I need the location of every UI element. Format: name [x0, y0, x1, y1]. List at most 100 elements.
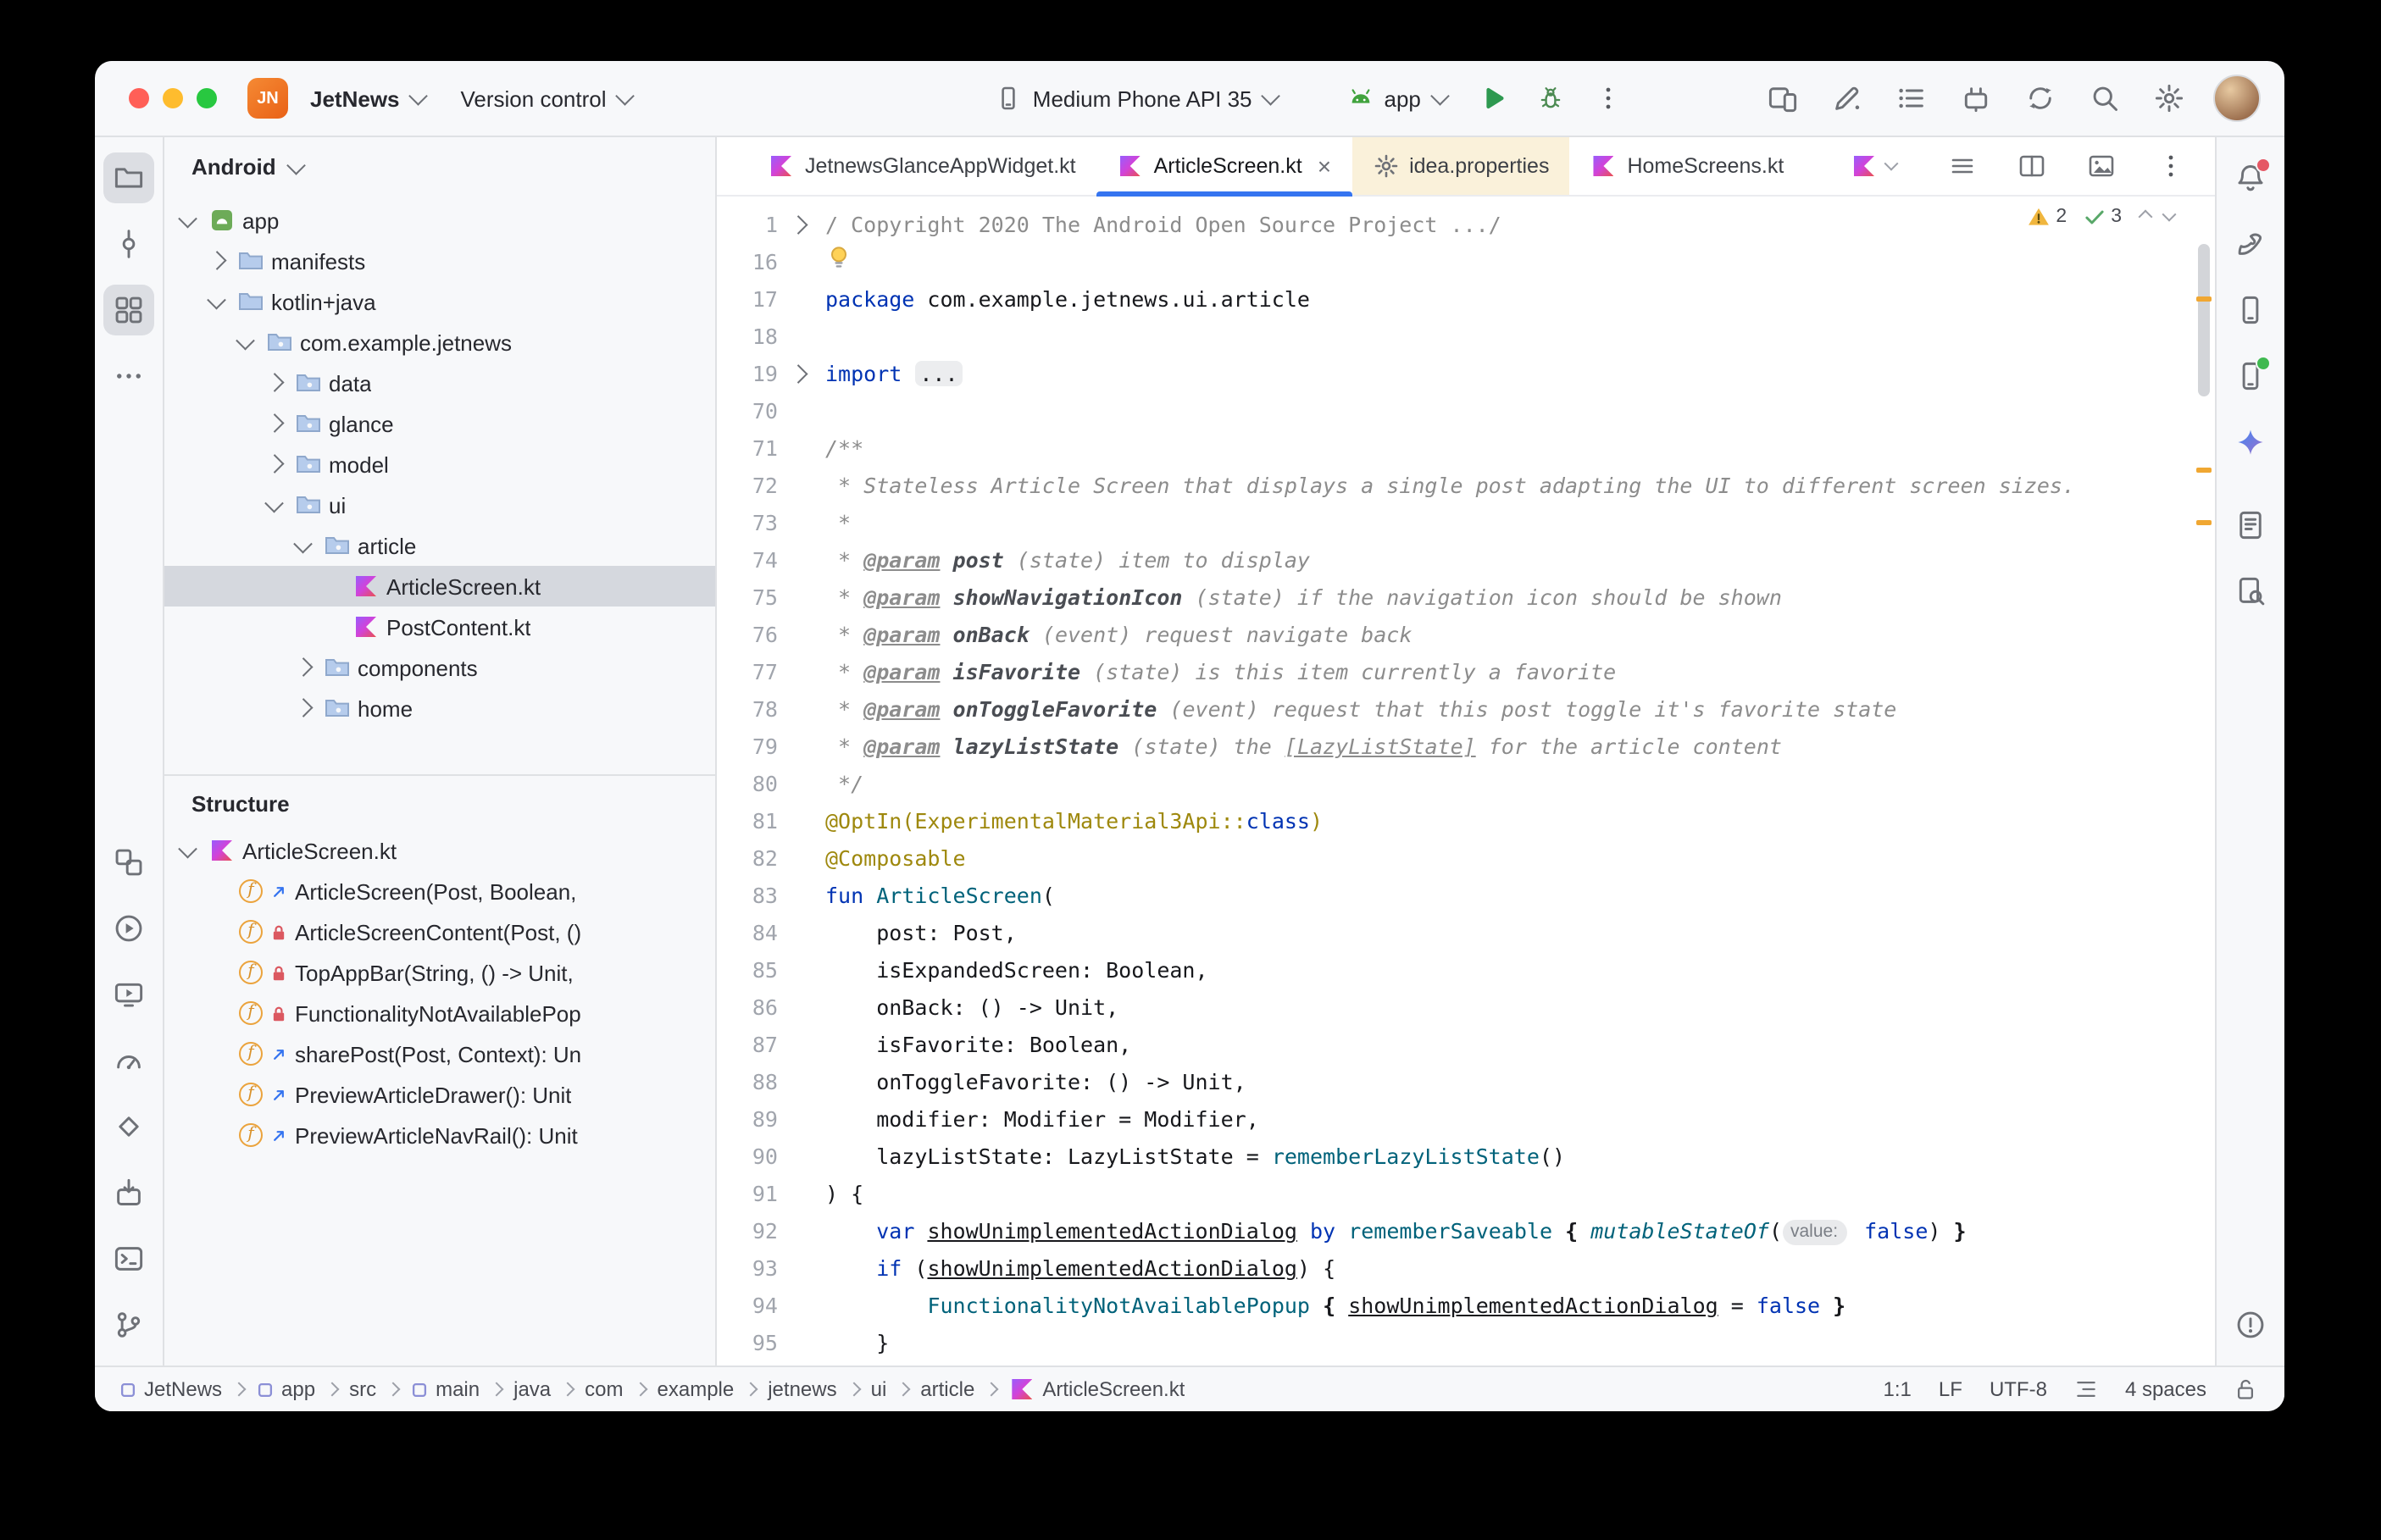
code-line-71[interactable]: 71/**	[717, 430, 2215, 468]
code-text[interactable]: var showUnimplementedActionDialog by rem…	[825, 1213, 1967, 1250]
project-item-glance[interactable]: glance	[164, 403, 715, 444]
device-streaming-button[interactable]	[103, 969, 154, 1020]
gutter-line-79[interactable]: 79	[717, 728, 825, 766]
gutter-line-86[interactable]: 86	[717, 989, 825, 1027]
code-line-74[interactable]: 74 * @param post (state) item to display	[717, 542, 2215, 579]
structure-button[interactable]	[103, 285, 154, 335]
gutter-line-78[interactable]: 78	[717, 691, 825, 728]
code-text[interactable]: lazyListState: LazyListState = rememberL…	[825, 1138, 1565, 1176]
structure-item-sharepost-post-context-un[interactable]: fsharePost(Post, Context): Un	[164, 1033, 715, 1074]
editor-scrollbar[interactable]	[2195, 197, 2212, 1366]
gutter-line-80[interactable]: 80	[717, 766, 825, 803]
structure-item-articlescreen-kt[interactable]: ArticleScreen.kt	[164, 830, 715, 871]
code-area[interactable]: 1/ Copyright 2020 The Android Open Sourc…	[717, 197, 2215, 1366]
breadcrumb-item-article[interactable]: article	[920, 1377, 974, 1401]
code-line-1[interactable]: 1/ Copyright 2020 The Android Open Sourc…	[717, 207, 2215, 244]
next-problem-button[interactable]	[2161, 208, 2178, 225]
gutter-line-71[interactable]: 71	[717, 430, 825, 468]
code-line-77[interactable]: 77 * @param isFavorite (state) is this i…	[717, 654, 2215, 691]
tab-jetnewsglanceappwidget-kt[interactable]: JetnewsGlanceAppWidget.kt	[747, 137, 1096, 195]
breadcrumb-item-com[interactable]: com	[585, 1377, 623, 1401]
code-line-72[interactable]: 72 * Stateless Article Screen that displ…	[717, 468, 2215, 505]
gutter-line-83[interactable]: 83	[717, 878, 825, 915]
code-line-90[interactable]: 90 lazyListState: LazyListState = rememb…	[717, 1138, 2215, 1176]
notifications-button[interactable]	[2225, 152, 2276, 203]
fold-marker-icon[interactable]	[778, 219, 819, 232]
code-text[interactable]: fun ArticleScreen(	[825, 878, 1055, 915]
problems-button[interactable]	[2225, 1299, 2276, 1350]
more-actions-button[interactable]	[1585, 75, 1633, 122]
chevron-right-icon[interactable]	[261, 410, 288, 437]
close-window-button[interactable]	[129, 88, 149, 108]
zoom-window-button[interactable]	[197, 88, 217, 108]
split-editor-button[interactable]	[2008, 142, 2056, 190]
device-mirror-button[interactable]	[1759, 75, 1807, 122]
inspection-widget[interactable]: 2 3	[2027, 205, 2178, 229]
code-text[interactable]: * @param isFavorite (state) is this item…	[825, 654, 1616, 691]
image-preview-button[interactable]	[2078, 142, 2125, 190]
code-text[interactable]	[825, 243, 856, 282]
chevron-right-icon[interactable]	[290, 654, 317, 681]
code-text[interactable]: */	[825, 766, 863, 803]
code-line-80[interactable]: 80 */	[717, 766, 2215, 803]
project-item-postcontent-kt[interactable]: PostContent.kt	[164, 607, 715, 647]
gutter-line-70[interactable]: 70	[717, 393, 825, 430]
code-text[interactable]: modifier: Modifier = Modifier,	[825, 1101, 1259, 1138]
chevron-down-icon[interactable]	[175, 837, 202, 864]
structure-item-topappbar-string-unit[interactable]: fTopAppBar(String, () -> Unit,	[164, 952, 715, 993]
chevron-down-icon[interactable]	[261, 491, 288, 518]
breadcrumb-item-jetnews[interactable]: JetNews	[119, 1377, 222, 1401]
ai-assistant-button[interactable]	[1823, 75, 1871, 122]
gutter-line-72[interactable]: 72	[717, 468, 825, 505]
project-widget[interactable]: JetNews	[298, 79, 439, 118]
chevron-right-icon[interactable]	[203, 247, 230, 274]
breadcrumb-item-ui[interactable]: ui	[871, 1377, 887, 1401]
run-config-selector[interactable]: app	[1335, 78, 1460, 119]
editor-list-button[interactable]	[1939, 142, 1986, 190]
chevron-down-icon[interactable]	[232, 329, 259, 356]
running-devices-button[interactable]	[2225, 351, 2276, 402]
structure-item-articlescreen-post-boolean[interactable]: fArticleScreen(Post, Boolean,	[164, 871, 715, 911]
gutter-line-90[interactable]: 90	[717, 1138, 825, 1176]
run-button[interactable]	[1470, 75, 1518, 122]
chevron-right-icon[interactable]	[290, 695, 317, 722]
code-text[interactable]: @OptIn(ExperimentalMaterial3Api::class)	[825, 803, 1323, 840]
code-line-92[interactable]: 92 var showUnimplementedActionDialog by …	[717, 1213, 2215, 1250]
status-caret-widget[interactable]: 1:1	[1884, 1377, 1912, 1401]
breadcrumb-item-jetnews[interactable]: jetnews	[768, 1377, 836, 1401]
gutter-line-85[interactable]: 85	[717, 952, 825, 989]
gutter-line-74[interactable]: 74	[717, 542, 825, 579]
project-item-com-example-jetnews[interactable]: com.example.jetnews	[164, 322, 715, 363]
structure-item-previewarticlenavrail-unit[interactable]: fPreviewArticleNavRail(): Unit	[164, 1115, 715, 1155]
code-line-84[interactable]: 84 post: Post,	[717, 915, 2215, 952]
code-line-79[interactable]: 79 * @param lazyListState (state) the [L…	[717, 728, 2215, 766]
code-line-95[interactable]: 95 }	[717, 1325, 2215, 1362]
gutter-line-18[interactable]: 18	[717, 319, 825, 356]
warning-stripe-mark[interactable]	[2196, 296, 2212, 302]
logcat-button[interactable]	[2225, 500, 2276, 551]
code-text[interactable]: * @param lazyListState (state) the [Lazy…	[825, 728, 1782, 766]
commit-button[interactable]	[103, 219, 154, 269]
status-indent-widget[interactable]: 4 spaces	[2125, 1377, 2206, 1401]
code-text[interactable]: }	[825, 1325, 889, 1362]
code-text[interactable]: if (showUnimplementedActionDialog) {	[825, 1250, 1335, 1288]
breadcrumb-item-src[interactable]: src	[349, 1377, 376, 1401]
code-line-85[interactable]: 85 isExpandedScreen: Boolean,	[717, 952, 2215, 989]
project-item-model[interactable]: model	[164, 444, 715, 485]
indent-widget[interactable]	[2074, 1377, 2098, 1401]
app-inspection-button[interactable]	[2225, 566, 2276, 617]
tab-homescreens-kt[interactable]: HomeScreens.kt	[1569, 137, 1804, 195]
breadcrumb-item-example[interactable]: example	[658, 1377, 735, 1401]
settings-button[interactable]	[2145, 75, 2193, 122]
terminal-button[interactable]	[103, 1233, 154, 1284]
project-item-data[interactable]: data	[164, 363, 715, 403]
gutter-line-94[interactable]: 94	[717, 1288, 825, 1325]
device-manager-button[interactable]	[2225, 285, 2276, 335]
gutter-line-95[interactable]: 95	[717, 1325, 825, 1362]
code-text[interactable]: package com.example.jetnews.ui.article	[825, 281, 1310, 319]
code-text[interactable]: / Copyright 2020 The Android Open Source…	[825, 207, 1501, 244]
code-line-93[interactable]: 93 if (showUnimplementedActionDialog) {	[717, 1250, 2215, 1288]
gutter-line-16[interactable]: 16	[717, 244, 825, 281]
code-line-82[interactable]: 82@Composable	[717, 840, 2215, 878]
gutter-line-93[interactable]: 93	[717, 1250, 825, 1288]
